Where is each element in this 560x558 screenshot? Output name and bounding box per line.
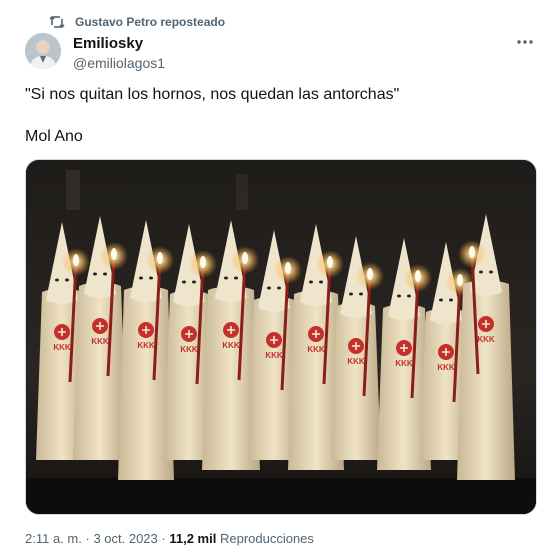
svg-text:KKK: KKK <box>222 341 240 350</box>
svg-text:KKK: KKK <box>91 337 109 346</box>
svg-text:KKK: KKK <box>265 351 283 360</box>
svg-text:KKK: KKK <box>53 343 71 352</box>
view-count-label: Reproducciones <box>219 531 314 546</box>
tweet-media-photo[interactable]: KKK KKK KKK KKK KKK KKK KKK KKK KKK KKK KKK <box>25 159 537 515</box>
meta-separator-2: · <box>161 531 166 546</box>
avatar[interactable] <box>25 33 61 69</box>
tweet-text-line-2: Mol Ano <box>25 128 83 145</box>
repost-label[interactable]: Gustavo Petro reposteado <box>75 15 225 29</box>
tweet-metadata: 2:11 a. m. · 3 oct. 2023 · 11,2 mil Repr… <box>25 531 314 546</box>
photo-floor <box>26 478 536 514</box>
repost-icon <box>49 15 65 29</box>
svg-text:KKK: KKK <box>395 359 413 368</box>
meta-separator: · <box>85 531 90 546</box>
view-count: 11,2 mil <box>169 531 217 546</box>
tweet-time[interactable]: 2:11 a. m. <box>25 531 82 546</box>
author-name[interactable]: Emiliosky <box>73 35 143 52</box>
tweet-text-line-1: "Si nos quitan los hornos, nos quedan la… <box>25 86 400 103</box>
svg-text:KKK: KKK <box>137 341 155 350</box>
repost-header: Gustavo Petro reposteado <box>49 14 225 30</box>
more-icon[interactable] <box>514 33 536 51</box>
svg-text:KKK: KKK <box>347 357 365 366</box>
svg-text:KKK: KKK <box>180 345 198 354</box>
photo-illustration: KKK KKK KKK KKK KKK KKK KKK KKK KKK KKK KKK <box>26 160 536 514</box>
svg-text:KKK: KKK <box>307 345 325 354</box>
author-handle[interactable]: @emiliolagos1 <box>73 55 165 71</box>
svg-text:KKK: KKK <box>477 335 495 344</box>
svg-text:KKK: KKK <box>437 363 455 372</box>
tweet-card[interactable]: Gustavo Petro reposteado Emiliosky @emil… <box>0 0 560 558</box>
tweet-date[interactable]: 3 oct. 2023 <box>93 531 157 546</box>
